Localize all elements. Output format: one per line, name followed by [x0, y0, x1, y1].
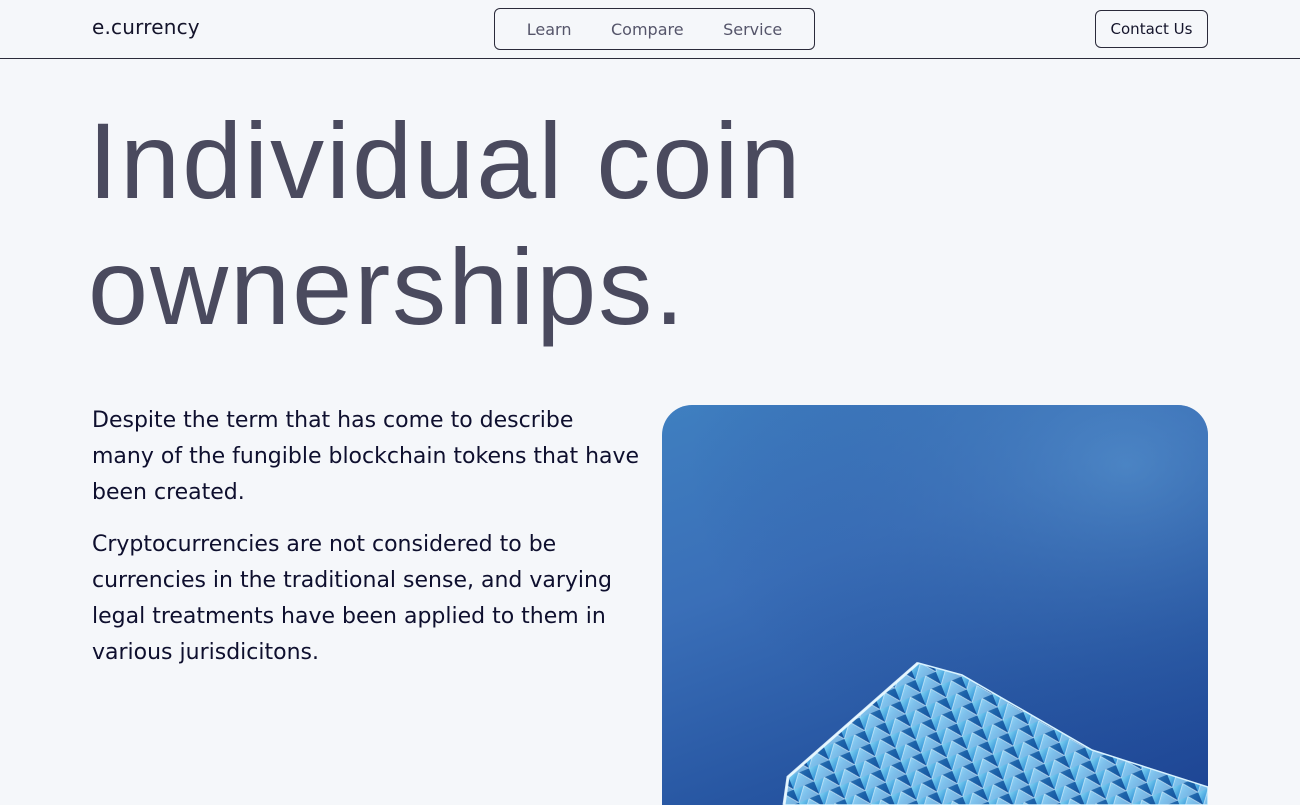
page-headline: Individual coin ownerships. [88, 98, 988, 350]
top-navigation-bar: e.currency Learn Compare Service Contact… [0, 0, 1300, 59]
headline-line-1: Individual coin [88, 100, 803, 221]
brand-logo[interactable]: e.currency [92, 15, 200, 39]
building-photo [662, 405, 1208, 805]
nav-link-compare[interactable]: Compare [611, 20, 684, 39]
glass-building-illustration [662, 405, 1208, 805]
hero-copy: Despite the term that has come to descri… [92, 403, 640, 687]
main-nav: Learn Compare Service [494, 8, 815, 50]
contact-us-button[interactable]: Contact Us [1095, 10, 1208, 48]
nav-link-learn[interactable]: Learn [527, 20, 572, 39]
nav-link-service[interactable]: Service [723, 20, 782, 39]
intro-paragraph: Despite the term that has come to descri… [92, 408, 640, 505]
detail-paragraph: Cryptocurrencies are not considered to b… [92, 532, 612, 665]
headline-line-2: ownerships. [88, 226, 687, 347]
